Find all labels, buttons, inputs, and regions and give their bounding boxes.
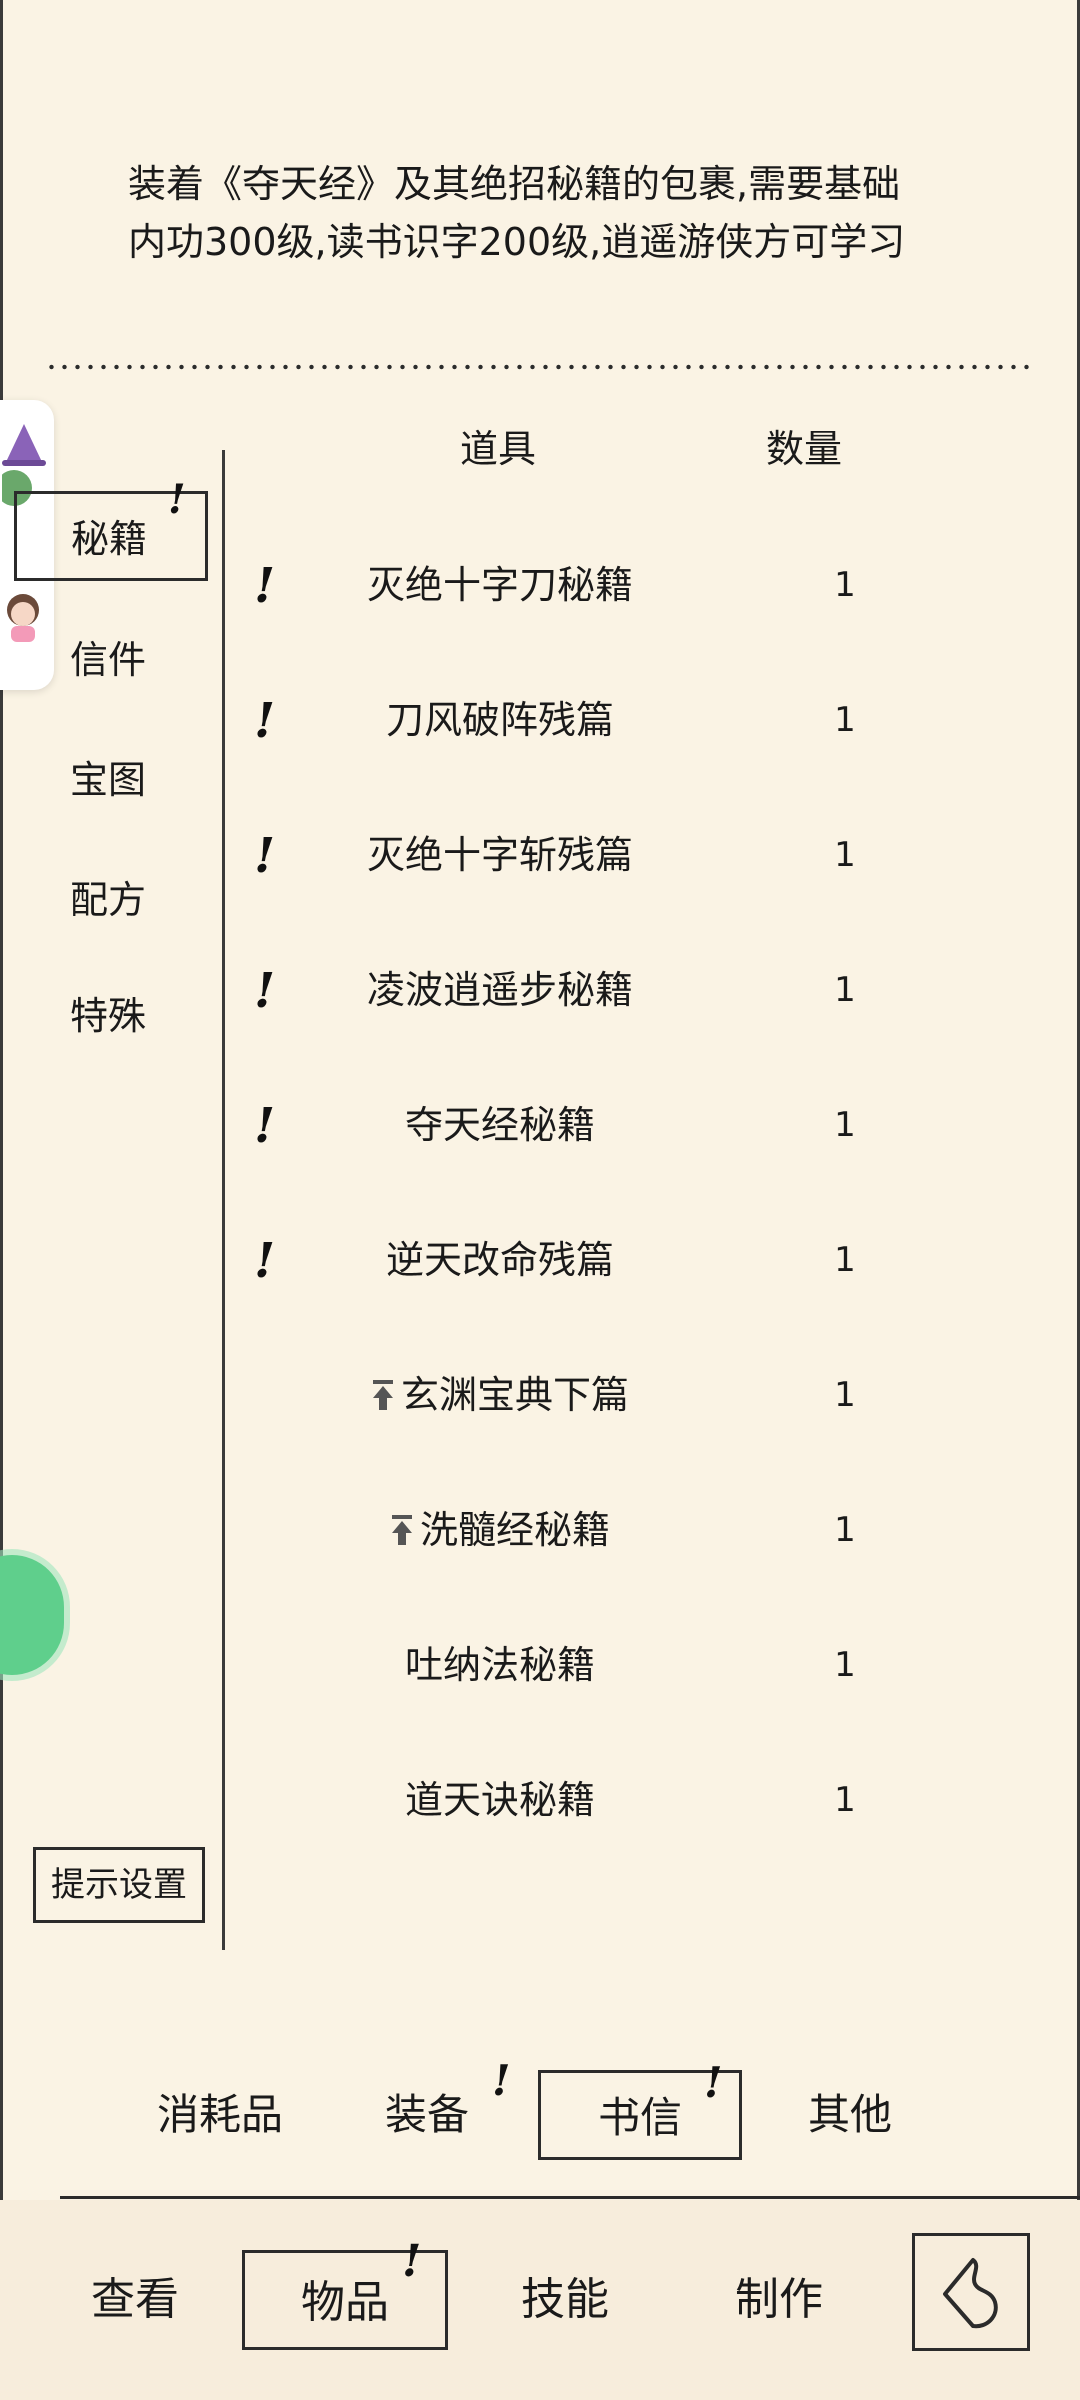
table-row[interactable]: 洗髓经秘籍 1 <box>240 1485 1040 1575</box>
nav-view[interactable]: 查看 <box>70 2250 200 2350</box>
tab-label: 其他 <box>807 2090 892 2139</box>
description-line-2: 内功300级,读书识字200级,逍遥游侠方可学习 <box>128 220 906 264</box>
table-row[interactable]: 道天诀秘籍 1 <box>240 1755 1040 1845</box>
item-name-cell: 洗髓经秘籍 <box>240 1485 760 1575</box>
alert-icon: ! <box>168 476 186 523</box>
table-row[interactable]: 玄渊宝典下篇 1 <box>240 1350 1040 1440</box>
sidebar-item-treasure-maps[interactable]: 宝图 <box>70 742 200 818</box>
column-header-item: 道具 <box>460 427 537 471</box>
upgrade-arrow-icon <box>372 1380 393 1410</box>
nav-craft[interactable]: 制作 <box>714 2250 844 2350</box>
tab-label: 消耗品 <box>156 2090 283 2139</box>
sidebar-item-special[interactable]: 特殊 <box>70 978 200 1054</box>
table-row[interactable]: ! 灭绝十字斩残篇 1 <box>240 810 1040 900</box>
item-quantity: 1 <box>834 970 856 1010</box>
alert-icon: ! <box>704 2058 723 2107</box>
sidebar-item-label: 特殊 <box>70 994 147 1038</box>
item-quantity: 1 <box>834 700 856 740</box>
sidebar-item-label: 配方 <box>70 878 147 922</box>
item-description: 装着《夺天经》及其绝招秘籍的包裹,需要基础 内功300级,读书识字200级,逍遥… <box>128 155 988 271</box>
alert-icon: ! <box>402 2236 422 2287</box>
tab-label: 书信 <box>597 2093 682 2142</box>
sidebar-item-letters[interactable]: 信件 <box>70 622 200 698</box>
bottom-divider <box>60 2196 1080 2199</box>
item-name: 灭绝十字刀秘籍 <box>366 563 633 607</box>
table-row[interactable]: ! 凌波逍遥步秘籍 1 <box>240 945 1040 1035</box>
sidebar-item-label: 宝图 <box>70 758 147 802</box>
tab-label: 装备 <box>384 2090 469 2139</box>
nav-label: 查看 <box>91 2274 179 2325</box>
table-row[interactable]: ! 逆天改命残篇 1 <box>240 1215 1040 1305</box>
item-name: 凌波逍遥步秘籍 <box>366 968 633 1012</box>
column-header-quantity: 数量 <box>766 427 843 471</box>
sidebar-item-label: 秘籍 <box>71 517 148 561</box>
dotted-divider <box>45 364 1035 370</box>
sidebar-item-recipes[interactable]: 配方 <box>70 862 200 938</box>
nav-label: 技能 <box>521 2274 609 2325</box>
nav-label: 物品 <box>301 2277 389 2328</box>
tab-equipment[interactable]: 装备 <box>372 2070 482 2160</box>
nav-skills[interactable]: 技能 <box>500 2250 630 2350</box>
back-arrow-icon <box>943 2258 998 2329</box>
item-name: 夺天经秘籍 <box>404 1103 595 1147</box>
tab-consumables[interactable]: 消耗品 <box>140 2070 300 2160</box>
alert-icon: ! <box>492 2056 511 2105</box>
tab-other[interactable]: 其他 <box>790 2070 910 2160</box>
item-name: 逆天改命残篇 <box>385 1238 614 1282</box>
item-name: 玄渊宝典下篇 <box>400 1373 629 1417</box>
item-name: 洗髓经秘籍 <box>419 1508 610 1552</box>
item-name: 吐纳法秘籍 <box>404 1643 595 1687</box>
item-quantity: 1 <box>834 835 856 875</box>
table-row[interactable]: ! 刀风破阵残篇 1 <box>240 675 1040 765</box>
item-quantity: 1 <box>834 1240 856 1280</box>
girl-avatar-icon[interactable] <box>2 590 44 642</box>
item-quantity: 1 <box>834 1375 856 1415</box>
item-name: 灭绝十字斩残篇 <box>366 833 633 877</box>
item-quantity: 1 <box>834 1510 856 1550</box>
nav-label: 制作 <box>735 2274 823 2325</box>
sidebar-divider <box>222 450 225 1950</box>
tips-settings-button[interactable]: 提示设置 <box>33 1847 205 1923</box>
description-line-1: 装着《夺天经》及其绝招秘籍的包裹,需要基础 <box>128 162 901 206</box>
item-quantity: 1 <box>834 1645 856 1685</box>
item-quantity: 1 <box>834 565 856 605</box>
table-row[interactable]: ! 灭绝十字刀秘籍 1 <box>240 540 1040 630</box>
item-quantity: 1 <box>834 1780 856 1820</box>
item-quantity: 1 <box>834 1105 856 1145</box>
back-button[interactable] <box>912 2233 1030 2351</box>
item-name: 道天诀秘籍 <box>404 1778 595 1822</box>
table-row[interactable]: 吐纳法秘籍 1 <box>240 1620 1040 1710</box>
screen-frame <box>0 0 1080 2400</box>
item-name-cell: 玄渊宝典下篇 <box>240 1350 760 1440</box>
table-row[interactable]: ! 夺天经秘籍 1 <box>240 1080 1040 1170</box>
sidebar-item-label: 信件 <box>70 638 147 682</box>
upgrade-arrow-icon <box>391 1515 412 1545</box>
item-name: 刀风破阵残篇 <box>385 698 614 742</box>
